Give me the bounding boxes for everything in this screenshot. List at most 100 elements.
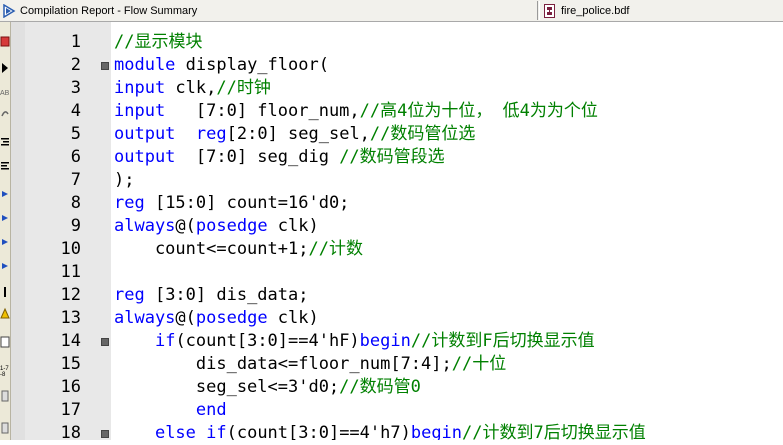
outdent-icon[interactable] xyxy=(0,158,10,174)
line-numbers-icon[interactable]: 1-7-8 xyxy=(0,362,10,378)
keyword-token: begin xyxy=(359,331,411,351)
comment-token: //时钟 xyxy=(216,78,271,98)
code-line[interactable]: if(count[3:0]==4'hF)begin//计数到F后切换显示值 xyxy=(114,330,595,353)
code-line[interactable]: input clk,//时钟 xyxy=(114,77,271,100)
editor-side-toolbar: AB 1-7 -8 xyxy=(0,22,11,440)
replace-icon[interactable]: AB xyxy=(0,84,10,100)
tab-label: fire_police.bdf xyxy=(561,4,630,17)
code-token: (count[3:0]==4'hF) xyxy=(175,331,360,351)
keyword-token: else if xyxy=(154,423,227,440)
code-line[interactable]: ); xyxy=(114,169,134,192)
code-line[interactable]: reg [15:0] count=16'd0; xyxy=(114,192,349,215)
comment-token: //数码管0 xyxy=(339,377,421,397)
code-line[interactable]: always@(posedge clk) xyxy=(114,215,319,238)
indent-icon[interactable] xyxy=(0,134,10,150)
code-token: seg_sel<=3'd0; xyxy=(114,377,340,397)
line-number: 11 xyxy=(60,262,81,282)
comment-token: //数码管位选 xyxy=(369,124,476,144)
svg-text:-8: -8 xyxy=(0,372,6,378)
tab-divider-highlight xyxy=(539,1,540,20)
code-line[interactable]: always@(posedge clk) xyxy=(114,307,319,330)
code-line[interactable]: output [7:0] seg_dig //数码管段选 xyxy=(114,146,445,169)
keyword-token: input xyxy=(114,78,166,98)
bookmark-prev-icon[interactable] xyxy=(0,210,10,226)
fold-marker-icon[interactable] xyxy=(101,338,109,346)
code-token: [7:0] seg_dig xyxy=(175,147,340,167)
line-number: 2 xyxy=(70,55,81,75)
keyword-token: posedge xyxy=(195,308,268,328)
code-token: @( xyxy=(175,216,196,236)
template-icon[interactable] xyxy=(0,334,10,350)
bookmark-clear-icon[interactable] xyxy=(0,258,10,274)
tool-icon[interactable] xyxy=(0,388,10,404)
keyword-token: if xyxy=(154,331,176,351)
code-line[interactable]: reg [3:0] dis_data; xyxy=(114,284,308,307)
bookmark-next-icon[interactable] xyxy=(0,186,10,202)
line-number: 6 xyxy=(70,147,81,167)
block-diagram-file-icon xyxy=(544,3,555,18)
code-token: (count[3:0]==4'h7) xyxy=(226,423,411,440)
warning-icon[interactable] xyxy=(0,306,10,322)
keyword-token: end xyxy=(195,400,227,420)
code-token: clk, xyxy=(165,78,217,98)
code-editor[interactable]: //显示模块 module display_floor(input clk,//时… xyxy=(111,22,783,440)
comment-token: //高4位为十位， 低4为为个位 xyxy=(359,101,598,121)
keyword-token: always xyxy=(114,308,176,328)
comment-token: //显示模块 xyxy=(114,32,203,52)
keyword-token: always xyxy=(114,216,176,236)
keyword-token: posedge xyxy=(195,216,268,236)
line-number: 17 xyxy=(60,400,81,420)
code-line[interactable]: //显示模块 xyxy=(114,31,202,54)
find-icon[interactable] xyxy=(0,60,10,76)
line-number: 5 xyxy=(70,124,81,144)
code-token: @( xyxy=(175,308,196,328)
keyword-token: reg xyxy=(195,124,227,144)
open-file-icon[interactable] xyxy=(0,34,10,50)
comment-token: //十位 xyxy=(451,354,507,374)
bookmark-toggle-icon[interactable] xyxy=(0,234,10,250)
line-number: 9 xyxy=(70,216,81,236)
tab-fire-police-bdf[interactable]: fire_police.bdf xyxy=(541,0,783,21)
code-line[interactable]: count<=count+1;//计数 xyxy=(114,238,363,261)
code-token: clk) xyxy=(267,216,319,236)
code-line[interactable]: seg_sel<=3'd0;//数码管0 xyxy=(114,376,421,399)
code-line[interactable]: else if(count[3:0]==4'h7)begin//计数到7后切换显… xyxy=(114,422,646,440)
keyword-token: output xyxy=(114,147,176,167)
line-number: 4 xyxy=(70,101,81,121)
document-tab-bar: Compilation Report - Flow Summary fire_p… xyxy=(0,0,783,22)
code-token: count<=count+1; xyxy=(114,239,309,259)
tool-icon[interactable] xyxy=(0,420,10,436)
line-number: 1 xyxy=(70,32,81,52)
code-token: clk) xyxy=(267,308,319,328)
code-line[interactable]: output reg[2:0] seg_sel,//数码管位选 xyxy=(114,123,475,146)
line-number: 13 xyxy=(60,308,81,328)
line-number: 8 xyxy=(70,193,81,213)
code-token: dis_data<=floor_num[7:4]; xyxy=(114,354,452,374)
keyword-token: reg xyxy=(114,285,145,305)
code-line[interactable]: dis_data<=floor_num[7:4];//十位 xyxy=(114,353,506,376)
fold-marker-icon[interactable] xyxy=(101,62,109,70)
tab-compilation-report[interactable]: Compilation Report - Flow Summary xyxy=(0,0,535,21)
undo-icon[interactable] xyxy=(0,106,10,122)
compilation-report-icon xyxy=(3,3,16,18)
keyword-token: output xyxy=(114,124,176,144)
code-token: [3:0] dis_data; xyxy=(144,285,309,305)
keyword-token: input xyxy=(114,101,166,121)
comment-token: //计数到F后切换显示值 xyxy=(410,331,595,351)
comment-icon[interactable] xyxy=(0,284,10,300)
code-line[interactable]: module display_floor( xyxy=(114,54,329,77)
tab-divider xyxy=(537,1,538,20)
keyword-token: module xyxy=(114,55,176,75)
comment-token: //数码管段选 xyxy=(339,147,445,167)
line-number: 14 xyxy=(60,331,81,351)
code-line[interactable]: end xyxy=(114,399,227,422)
line-number: 3 xyxy=(70,78,81,98)
line-number: 12 xyxy=(60,285,81,305)
line-number: 18 xyxy=(60,423,81,443)
fold-marker-icon[interactable] xyxy=(101,430,109,438)
code-line[interactable]: input [7:0] floor_num,//高4位为十位， 低4为为个位 xyxy=(114,100,598,123)
code-token: [15:0] count=16'd0; xyxy=(144,193,350,213)
